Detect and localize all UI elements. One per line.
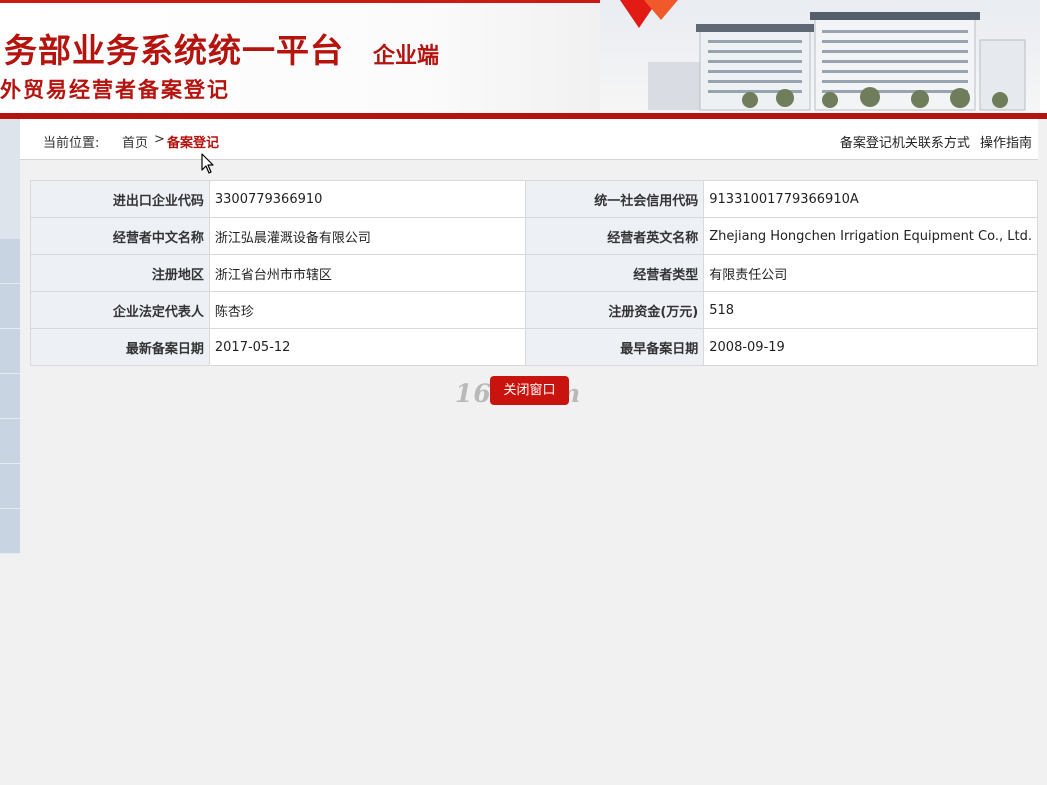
- breadcrumb-current: 备案登记: [167, 136, 220, 151]
- field-value: 3300779366910: [208, 180, 526, 218]
- field-value: 浙江省台州市市辖区: [208, 254, 526, 292]
- sidebar-tab[interactable]: [0, 464, 20, 509]
- field-label: 统一社会信用代码: [524, 180, 705, 218]
- banner-right-edge: [1040, 0, 1047, 119]
- field-value: 518: [703, 291, 1038, 329]
- header-banner: 务部业务系统统一平台 企业端 外贸易经营者备案登记: [0, 0, 1047, 119]
- field-value: 2008-09-19: [703, 328, 1038, 366]
- field-label: 进出口企业代码: [30, 180, 210, 218]
- sidebar-tab[interactable]: [0, 509, 20, 554]
- banner-title: 务部业务系统统一平台: [4, 31, 344, 70]
- field-label: 经营者类型: [524, 254, 705, 292]
- table-row: 进出口企业代码 3300779366910 统一社会信用代码 913310017…: [30, 180, 1038, 218]
- field-value: 陈杏珍: [208, 291, 526, 329]
- field-label: 注册地区: [30, 254, 210, 292]
- sidebar-tab[interactable]: [0, 419, 20, 464]
- breadcrumb: 当前位置: 首页 > 备案登记 备案登记机关联系方式 操作指南: [20, 119, 1038, 160]
- guide-link[interactable]: 操作指南: [980, 136, 1032, 151]
- field-value: 2017-05-12: [208, 328, 526, 366]
- mouse-cursor-icon: [201, 153, 214, 174]
- field-value: 91331001779366910A: [703, 180, 1038, 218]
- field-value: 浙江弘晨灌溉设备有限公司: [208, 217, 526, 255]
- breadcrumb-home-link[interactable]: 首页: [122, 132, 148, 151]
- sidebar-tab[interactable]: [0, 239, 20, 284]
- sidebar-collapsed: [0, 119, 20, 554]
- sidebar-tab[interactable]: [0, 374, 20, 419]
- field-label: 经营者中文名称: [30, 217, 210, 255]
- breadcrumb-separator: >: [154, 132, 165, 147]
- field-value: Zhejiang Hongchen Irrigation Equipment C…: [703, 217, 1038, 255]
- table-row: 经营者中文名称 浙江弘晨灌溉设备有限公司 经营者英文名称 Zhejiang Ho…: [30, 217, 1038, 255]
- banner-subtitle: 外贸易经营者备案登记: [0, 78, 230, 102]
- field-label: 最早备案日期: [524, 328, 705, 366]
- contact-info-link[interactable]: 备案登记机关联系方式: [840, 136, 970, 151]
- field-label: 企业法定代表人: [30, 291, 210, 329]
- field-label: 经营者英文名称: [524, 217, 705, 255]
- close-window-button[interactable]: 关闭窗口: [490, 376, 569, 405]
- sidebar-tab[interactable]: [0, 284, 20, 329]
- table-row: 注册地区 浙江省台州市市辖区 经营者类型 有限责任公司: [30, 254, 1038, 292]
- field-value: 有限责任公司: [703, 254, 1038, 292]
- table-row: 最新备案日期 2017-05-12 最早备案日期 2008-09-19: [30, 328, 1038, 366]
- header-links: 备案登记机关联系方式 操作指南: [834, 132, 1032, 151]
- registration-info-table: 进出口企业代码 3300779366910 统一社会信用代码 913310017…: [30, 180, 1038, 366]
- banner-client-label: 企业端: [373, 44, 440, 69]
- government-building-image: [600, 0, 1040, 113]
- table-row: 企业法定代表人 陈杏珍 注册资金(万元) 518: [30, 291, 1038, 329]
- breadcrumb-label: 当前位置:: [43, 136, 100, 151]
- sidebar-tab[interactable]: [0, 329, 20, 374]
- field-label: 最新备案日期: [30, 328, 210, 366]
- field-label: 注册资金(万元): [524, 291, 705, 329]
